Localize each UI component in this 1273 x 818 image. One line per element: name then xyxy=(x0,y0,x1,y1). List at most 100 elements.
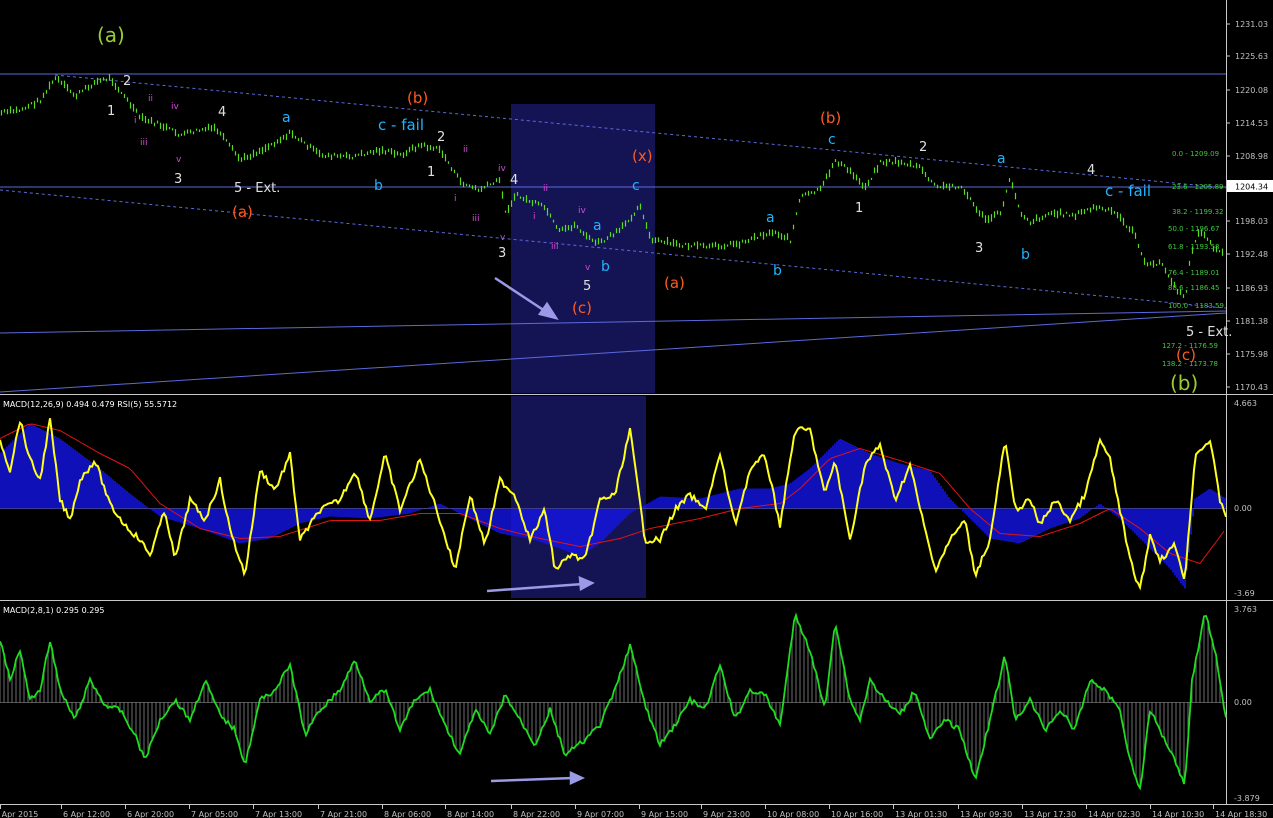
price-tick-label: 1181.38 xyxy=(1235,317,1268,326)
wave-label: iv xyxy=(171,102,180,112)
macd-title: MACD(12,26,9) 0.494 0.479 RSI(5) 55.5712 xyxy=(3,400,177,409)
macd-scale-top: 4.663 xyxy=(1234,399,1257,408)
wave-label: 4 xyxy=(510,173,518,188)
wave-label: ii xyxy=(463,145,468,155)
time-tick-label: 7 Apr 13:00 xyxy=(255,810,302,818)
time-tick-label: 7 Apr 21:00 xyxy=(320,810,367,818)
wave-label: 1 xyxy=(427,165,435,180)
wave-label: c - fail xyxy=(378,116,424,134)
wave-label: (c) xyxy=(1176,346,1196,364)
price-tick-label: 1208.98 xyxy=(1235,152,1268,161)
price-tick-label: 1225.63 xyxy=(1235,52,1268,61)
price-tick-label: 1192.48 xyxy=(1235,250,1268,259)
fib-level-label: 88.6 - 1186.45 xyxy=(1168,284,1220,292)
wave-label: v xyxy=(585,263,591,273)
time-tick-label: 9 Apr 15:00 xyxy=(641,810,688,818)
fib-level-label: 23.6 - 1205.89 xyxy=(1172,183,1224,191)
time-tick-label: 8 Apr 06:00 xyxy=(384,810,431,818)
wave-label: (b) xyxy=(407,89,428,107)
wave-label: 4 xyxy=(218,105,226,120)
macd2-scale-top: 3.763 xyxy=(1234,605,1257,614)
time-tick-label: 9 Apr 23:00 xyxy=(703,810,750,818)
wave-label: (c) xyxy=(572,299,592,317)
macd2-scale-bottom: -3.879 xyxy=(1234,794,1260,803)
wave-label: b xyxy=(1021,247,1030,263)
time-tick-label: 7 Apr 05:00 xyxy=(191,810,238,818)
wave-label: i xyxy=(533,212,536,222)
wave-label: v xyxy=(500,233,506,243)
wave-label: iii xyxy=(551,242,559,252)
wave-label: ii xyxy=(543,184,548,194)
wave-label: 3 xyxy=(498,246,506,261)
time-tick-label: 9 Apr 07:00 xyxy=(577,810,624,818)
wave-label: (b) xyxy=(820,109,841,127)
wave-label: iii xyxy=(472,214,480,224)
wave-label: 1 xyxy=(855,201,863,216)
time-tick-label: 8 Apr 22:00 xyxy=(513,810,560,818)
time-tick-label: 6 Apr 12:00 xyxy=(63,810,110,818)
wave-label: (b) xyxy=(1170,371,1198,395)
current-price-tag: 1204.34 xyxy=(1227,180,1273,192)
wave-label: a xyxy=(997,151,1006,167)
wave-label: iv xyxy=(498,164,507,174)
wave-label: (a) xyxy=(664,274,685,292)
fib-level-label: 76.4 - 1189.01 xyxy=(1168,269,1220,277)
time-tick-label: 14 Apr 10:30 xyxy=(1152,810,1204,818)
price-tick-label: 1198.03 xyxy=(1235,217,1268,226)
time-tick-label: 13 Apr 01:30 xyxy=(895,810,947,818)
current-price-label: 1204.34 xyxy=(1235,183,1268,192)
price-tick-label: 1175.98 xyxy=(1235,350,1268,359)
wave-label: c - fail xyxy=(1105,182,1151,200)
wave-label: 3 xyxy=(975,241,983,256)
wave-label: c xyxy=(828,132,836,148)
wave-label: 2 xyxy=(437,130,445,145)
time-tick-label: 8 Apr 14:00 xyxy=(447,810,494,818)
macd-scale-mid: 0.00 xyxy=(1234,504,1252,513)
wave-label: iii xyxy=(140,138,148,148)
wave-label: b xyxy=(374,178,383,194)
fib-level-label: 38.2 - 1199.32 xyxy=(1172,208,1224,216)
wave-label: c xyxy=(632,178,640,194)
fib-level-label: 50.0 - 1196.67 xyxy=(1168,225,1220,233)
price-tick-label: 1186.93 xyxy=(1235,284,1268,293)
price-tick-label: 1214.53 xyxy=(1235,119,1268,128)
price-tick-label: 1231.03 xyxy=(1235,20,1268,29)
wave-label: (a) xyxy=(97,23,125,47)
time-tick-label: 13 Apr 17:30 xyxy=(1024,810,1076,818)
macd2-histogram xyxy=(0,615,1225,789)
time-tick-label: 6 Apr 20:00 xyxy=(127,810,174,818)
macd2-scale-mid: 0.00 xyxy=(1234,698,1252,707)
time-tick-label: 13 Apr 09:30 xyxy=(960,810,1012,818)
fib-level-label: 100.0 - 1183.59 xyxy=(1168,302,1224,310)
fib-level-label: 61.8 - 1193.58 xyxy=(1168,243,1220,251)
wave-label: i xyxy=(454,194,457,204)
fib-level-label: 0.0 - 1209.09 xyxy=(1172,150,1219,158)
time-tick-label: 14 Apr 18:30 xyxy=(1215,810,1267,818)
wave-label: i xyxy=(134,116,137,126)
wave-label: (a) xyxy=(232,203,253,221)
wave-label: (x) xyxy=(632,147,653,165)
wave-label: a xyxy=(282,110,291,126)
time-tick-label: 10 Apr 08:00 xyxy=(767,810,819,818)
time-tick-label: 10 Apr 16:00 xyxy=(831,810,883,818)
trading-chart[interactable]: 0.0 - 1209.09 23.6 - 1205.89 38.2 - 1199.3… xyxy=(0,0,1273,818)
wave-label: 3 xyxy=(174,172,182,187)
time-tick-label: 14 Apr 02:30 xyxy=(1088,810,1140,818)
wave-label: b xyxy=(601,259,610,275)
macd-scale-bottom: -3.69 xyxy=(1234,589,1255,598)
wave-label: iv xyxy=(578,206,587,216)
highlight-zone-macd xyxy=(511,396,646,598)
wave-label: 5 - Ext. xyxy=(234,181,280,196)
wave-label: 2 xyxy=(919,140,927,155)
wave-label: v xyxy=(176,155,182,165)
price-tick-label: 1170.43 xyxy=(1235,383,1268,392)
wave-label: 2 xyxy=(123,74,131,89)
wave-label: 1 xyxy=(107,104,115,119)
wave-label: b xyxy=(773,263,782,279)
wave-label: 5 xyxy=(583,279,591,294)
wave-label: a xyxy=(593,218,602,234)
time-tick-label: 3 Apr 2015 xyxy=(0,810,38,818)
wave-label: 4 xyxy=(1087,163,1095,178)
wave-label: ii xyxy=(148,94,153,104)
time-axis: 3 Apr 2015 6 Apr 12:00 6 Apr 20:00 7 Apr 05… xyxy=(0,805,1267,818)
